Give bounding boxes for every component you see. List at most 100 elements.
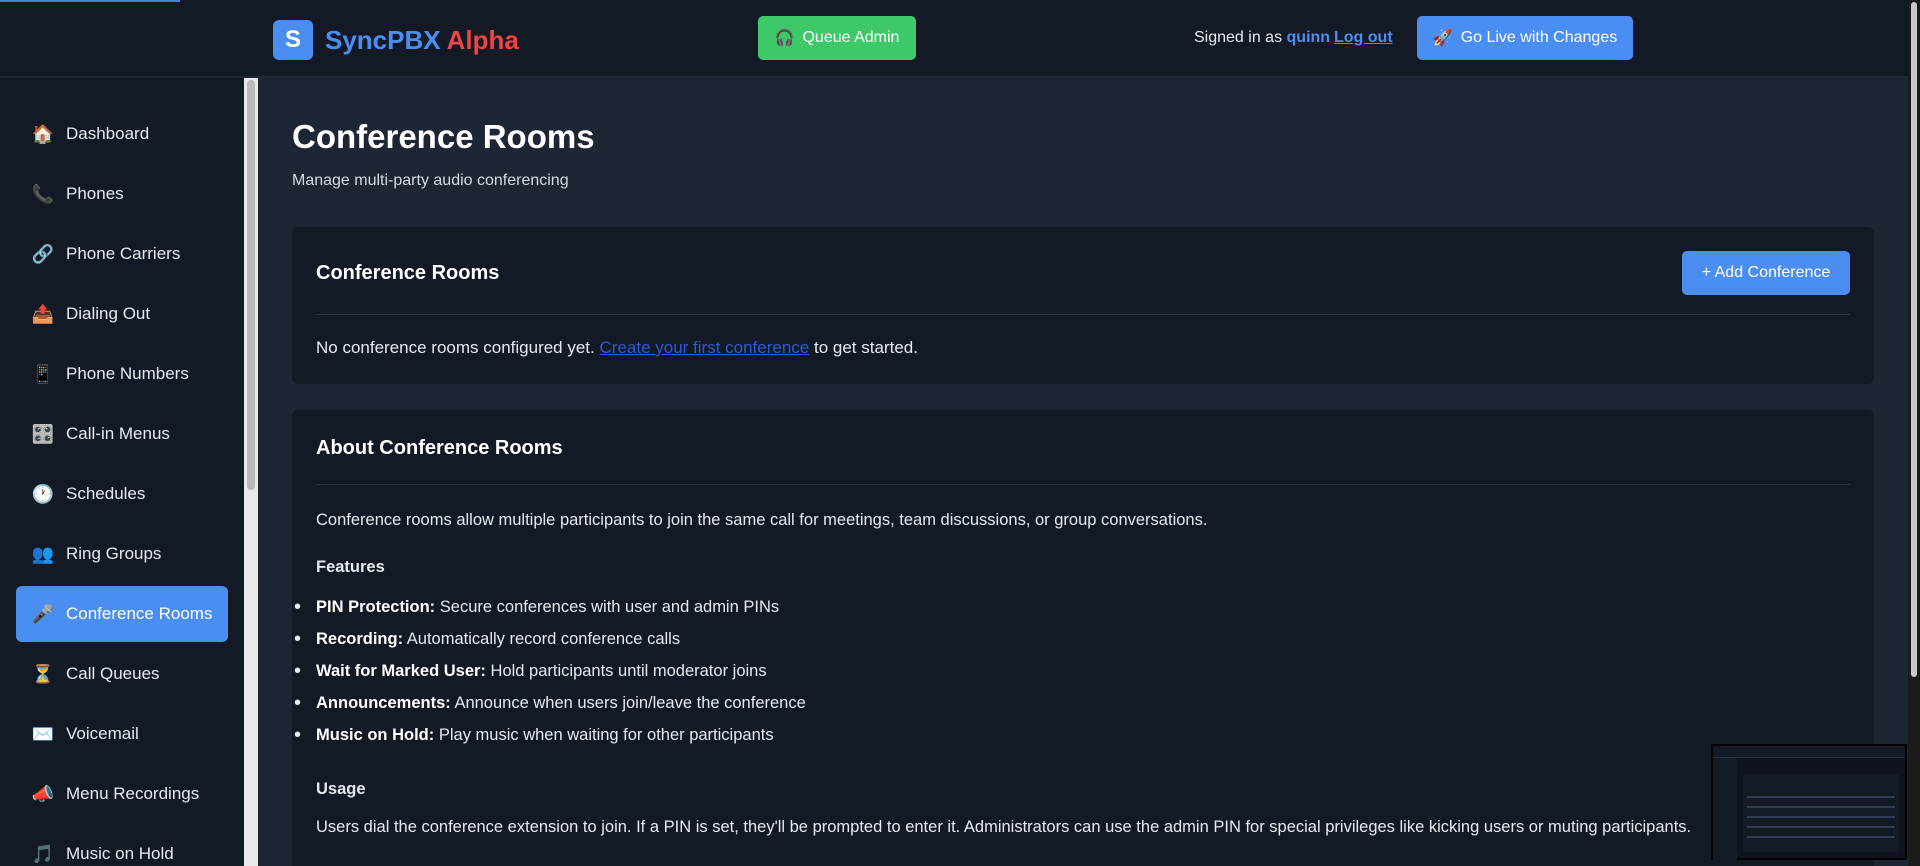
page-title: Conference Rooms — [292, 118, 595, 155]
sidebar-item-label: Call Queues — [66, 664, 160, 683]
sidebar-item-dialing-out[interactable]: 📤 Dialing Out — [16, 286, 228, 342]
feature-item: Music on Hold: Play music when waiting f… — [292, 724, 806, 758]
sidebar-nav: 🏠 Dashboard 📞 Phones 🔗 Phone Carriers 📤 Dialing… — [16, 106, 228, 866]
ring-groups-icon: 👥 — [31, 543, 55, 564]
rocket-icon: 🚀 — [1432, 30, 1453, 47]
page-scrollbar-thumb[interactable] — [1911, 2, 1917, 677]
queue-admin-label: Queue Admin — [802, 29, 900, 46]
thumbnail-row — [1747, 796, 1895, 798]
page-scrollbar[interactable] — [1908, 0, 1920, 866]
sidebar-item-phones[interactable]: 📞 Phones — [16, 166, 228, 222]
queue-admin-button[interactable]: 🎧 Queue Admin — [758, 16, 916, 60]
feature-description: Secure conferences with user and admin P… — [439, 598, 780, 616]
thumbnail-card — [1743, 774, 1899, 852]
feature-description: Announce when users join/leave the confe… — [454, 694, 806, 712]
empty-state-message: No conference rooms configured yet. Crea… — [316, 338, 918, 358]
logout-link[interactable]: Log out — [1334, 29, 1393, 47]
schedules-icon: 🕐 — [31, 483, 55, 504]
features-heading: Features — [316, 558, 385, 576]
sidebar-item-label: Menu Recordings — [66, 784, 200, 803]
thumbnail-row — [1747, 816, 1895, 818]
thumbnail-row — [1747, 806, 1895, 808]
music-on-hold-icon: 🎵 — [31, 843, 55, 864]
usage-text: Users dial the conference extension to j… — [316, 818, 1692, 836]
sidebar-item-label: Schedules — [66, 484, 146, 503]
call-in-menus-icon: 🎛️ — [31, 423, 55, 444]
signed-in-prefix: Signed in as — [1194, 29, 1283, 46]
phone-numbers-icon: 📱 — [31, 363, 55, 384]
feature-item: Wait for Marked User: Hold participants … — [292, 660, 806, 694]
usage-heading: Usage — [316, 780, 366, 798]
about-intro: Conference rooms allow multiple particip… — [316, 511, 1208, 529]
sidebar-item-voicemail[interactable]: ✉️ Voicemail — [16, 706, 228, 762]
go-live-button[interactable]: 🚀 Go Live with Changes — [1417, 16, 1633, 60]
phone-carriers-icon: 🔗 — [31, 243, 55, 264]
sidebar-item-label: Dashboard — [66, 124, 150, 143]
feature-name: Wait for Marked User: — [316, 662, 486, 680]
sidebar-item-phone-numbers[interactable]: 📱 Phone Numbers — [16, 346, 228, 402]
window-preview-thumbnail[interactable] — [1711, 744, 1907, 860]
sidebar-item-conference-rooms[interactable]: 🎤 Conference Rooms — [16, 586, 228, 642]
create-conference-link[interactable]: Create your first conference — [600, 338, 810, 357]
add-conference-button[interactable]: + Add Conference — [1682, 251, 1850, 295]
sidebar-item-label: Call-in Menus — [66, 424, 170, 443]
sidebar-item-call-queues[interactable]: ⏳ Call Queues — [16, 646, 228, 702]
voicemail-icon: ✉️ — [31, 723, 55, 744]
app-logo[interactable]: S SyncPBX Alpha — [273, 20, 519, 60]
card-title: Conference Rooms — [316, 262, 500, 284]
main-content: Conference Rooms Manage multi-party audi… — [258, 78, 1908, 866]
signed-in-status: Signed in as quinn — [1194, 29, 1330, 47]
sidebar-item-music-on-hold[interactable]: 🎵 Music on Hold — [16, 826, 228, 866]
sidebar-scrollbar-thumb[interactable] — [247, 80, 255, 490]
sidebar-item-menu-recordings[interactable]: 📣 Menu Recordings — [16, 766, 228, 822]
feature-name: Announcements: — [316, 694, 451, 712]
sidebar-item-label: Phones — [66, 184, 124, 203]
feature-item: Announcements: Announce when users join/… — [292, 692, 806, 726]
about-divider — [316, 484, 1850, 485]
sidebar-item-label: Phone Numbers — [66, 364, 189, 383]
sidebar-item-phone-carriers[interactable]: 🔗 Phone Carriers — [16, 226, 228, 282]
sidebar-scrollbar[interactable] — [244, 78, 258, 866]
thumbnail-sidebar — [1713, 758, 1737, 860]
sidebar-item-label: Music on Hold — [66, 844, 174, 863]
sidebar-item-label: Ring Groups — [66, 544, 162, 563]
logo-badge-icon: S — [273, 20, 313, 60]
feature-description: Hold participants until moderator joins — [490, 662, 767, 680]
top-bar: S SyncPBX Alpha 🎧 Queue Admin Signed in … — [0, 0, 1908, 77]
go-live-label: Go Live with Changes — [1460, 29, 1618, 46]
conference-rooms-card: Conference Rooms + Add Conference No con… — [292, 227, 1874, 384]
about-title: About Conference Rooms — [316, 437, 563, 459]
features-list: PIN Protection: Secure conferences with … — [292, 596, 806, 758]
dialing-out-icon: 📤 — [31, 303, 55, 324]
sidebar-item-label: Phone Carriers — [66, 244, 181, 263]
sidebar-item-call-in-menus[interactable]: 🎛️ Call-in Menus — [16, 406, 228, 462]
thumbnail-row — [1747, 836, 1895, 838]
dashboard-icon: 🏠 — [31, 123, 55, 144]
sidebar-item-dashboard[interactable]: 🏠 Dashboard — [16, 106, 228, 162]
feature-name: Music on Hold: — [316, 726, 435, 744]
feature-description: Automatically record conference calls — [406, 630, 681, 648]
sidebar-item-ring-groups[interactable]: 👥 Ring Groups — [16, 526, 228, 582]
about-card: About Conference Rooms Conference rooms … — [292, 410, 1874, 866]
thumbnail-row — [1747, 826, 1895, 828]
feature-name: PIN Protection: — [316, 598, 436, 616]
call-queues-icon: ⏳ — [31, 663, 55, 684]
sidebar-item-label: Voicemail — [66, 724, 139, 743]
feature-name: Recording: — [316, 630, 404, 648]
brand-name: SyncPBX — [325, 24, 441, 55]
empty-prefix: No conference rooms configured yet. — [316, 338, 595, 357]
sidebar-item-label: Dialing Out — [66, 304, 151, 323]
sidebar: 🏠 Dashboard 📞 Phones 🔗 Phone Carriers 📤 Dialing… — [0, 78, 244, 866]
sidebar-item-schedules[interactable]: 🕐 Schedules — [16, 466, 228, 522]
username: quinn — [1286, 29, 1331, 46]
brand-suffix: Alpha — [446, 24, 519, 55]
conference-rooms-icon: 🎤 — [31, 603, 55, 624]
card-divider — [316, 314, 1850, 315]
feature-item: Recording: Automatically record conferen… — [292, 628, 806, 662]
headphones-icon: 🎧 — [774, 30, 795, 47]
feature-item: PIN Protection: Secure conferences with … — [292, 596, 806, 630]
empty-suffix: to get started. — [814, 338, 918, 357]
page-subtitle: Manage multi-party audio conferencing — [292, 172, 569, 189]
menu-recordings-icon: 📣 — [31, 783, 55, 804]
page-load-progress — [0, 0, 180, 2]
